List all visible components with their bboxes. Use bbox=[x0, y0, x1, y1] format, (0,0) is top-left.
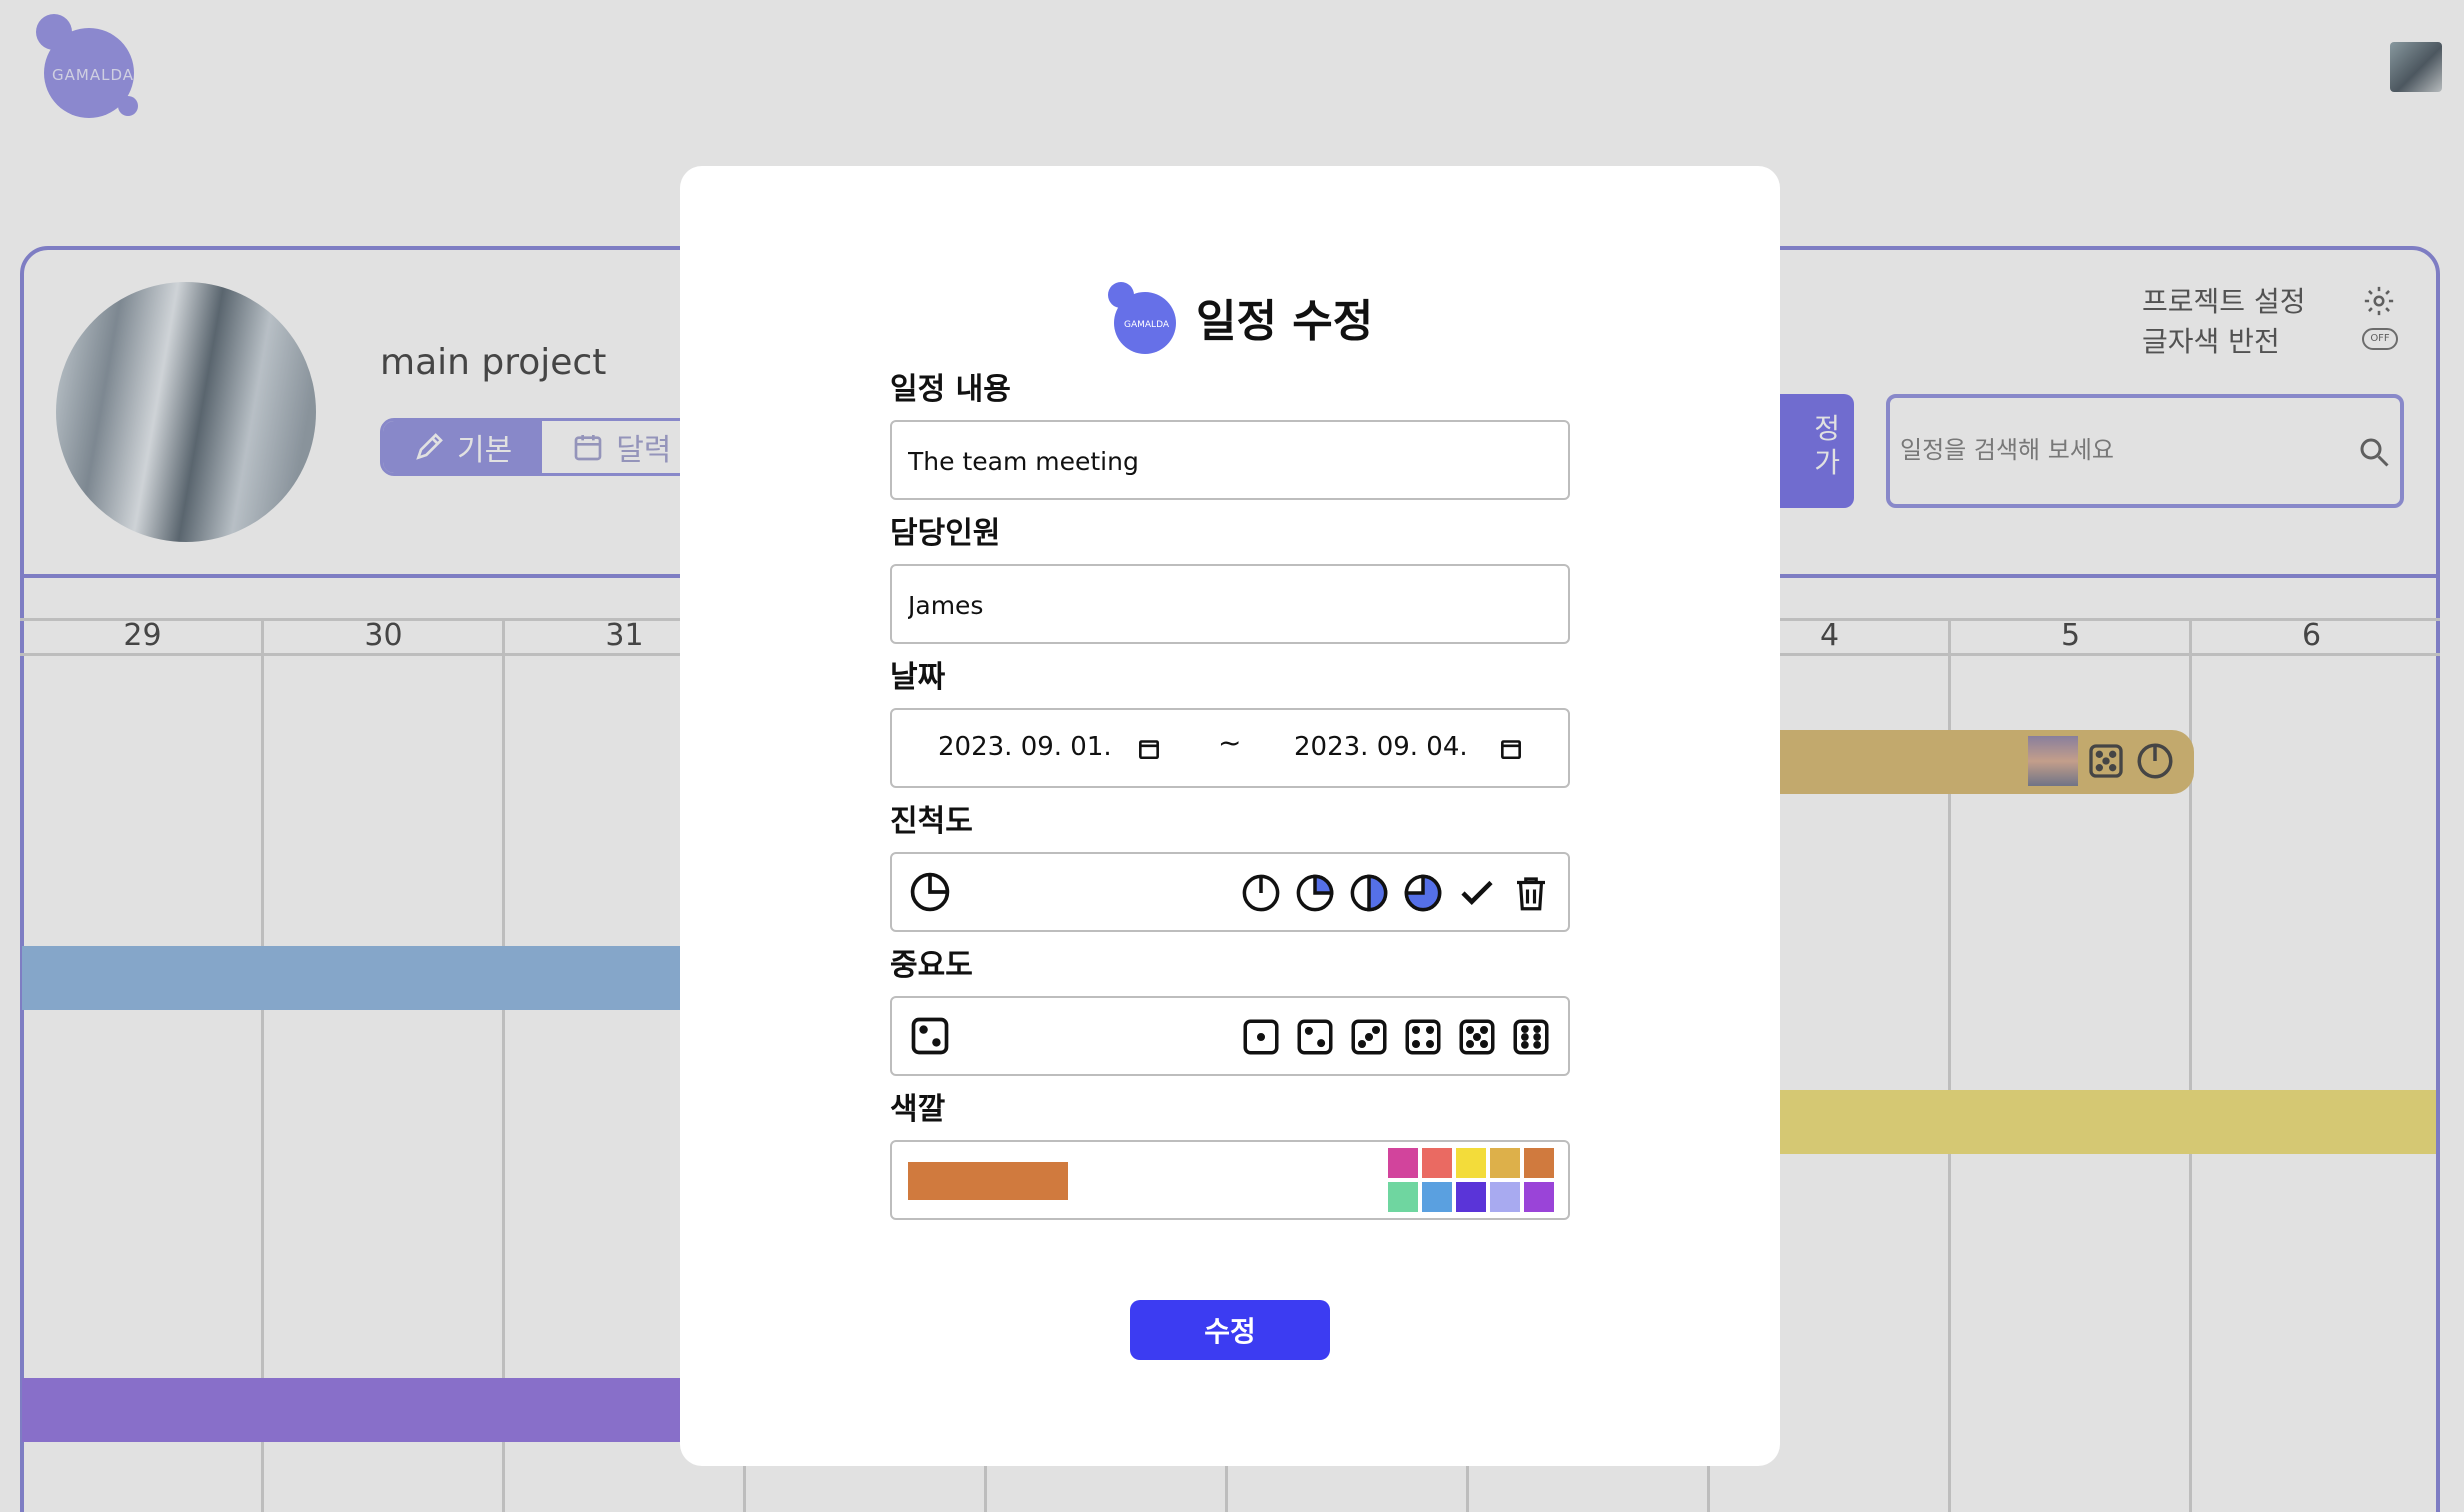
progress-field bbox=[890, 852, 1570, 932]
delete-trash-icon[interactable] bbox=[1510, 872, 1552, 914]
end-date-input[interactable]: 2023. 09. 04. bbox=[1294, 732, 1468, 762]
color-swatch-option[interactable] bbox=[1524, 1182, 1554, 1212]
importance-3-icon[interactable] bbox=[1348, 1016, 1390, 1058]
edit-schedule-modal: GAMALDA 일정 수정 일정 내용 담당인원 날짜 2023. 09. 01… bbox=[680, 166, 1780, 1466]
modal-logo: GAMALDA bbox=[1108, 282, 1178, 354]
importance-2-icon[interactable] bbox=[1294, 1016, 1336, 1058]
color-palette bbox=[1388, 1148, 1554, 1212]
assignee-field bbox=[890, 564, 1570, 644]
assignee-input[interactable] bbox=[908, 584, 1548, 626]
date-label: 날짜 bbox=[890, 660, 946, 695]
modal-logo-text: GAMALDA bbox=[1124, 320, 1169, 330]
complete-check-icon[interactable] bbox=[1456, 872, 1498, 914]
importance-6-icon[interactable] bbox=[1510, 1016, 1552, 1058]
start-date-input[interactable]: 2023. 09. 01. bbox=[938, 732, 1112, 762]
date-separator: ~ bbox=[1218, 726, 1242, 759]
progress-25-icon[interactable] bbox=[1294, 872, 1336, 914]
color-label: 색깔 bbox=[890, 1092, 946, 1127]
color-swatch-option[interactable] bbox=[1490, 1182, 1520, 1212]
modal-title: 일정 수정 bbox=[1196, 296, 1374, 347]
importance-label: 중요도 bbox=[890, 948, 973, 983]
content-label: 일정 내용 bbox=[890, 372, 1011, 407]
current-color-swatch bbox=[908, 1162, 1068, 1200]
importance-4-icon[interactable] bbox=[1402, 1016, 1444, 1058]
color-swatch-option[interactable] bbox=[1524, 1148, 1554, 1178]
date-field: 2023. 09. 01. ~ 2023. 09. 04. bbox=[890, 708, 1570, 788]
submit-edit-button[interactable]: 수정 bbox=[1130, 1300, 1330, 1360]
color-swatch-option[interactable] bbox=[1422, 1182, 1452, 1212]
current-importance-2-icon bbox=[911, 1017, 949, 1055]
importance-5-icon[interactable] bbox=[1456, 1016, 1498, 1058]
importance-options bbox=[1240, 1016, 1552, 1058]
color-swatch-option[interactable] bbox=[1490, 1148, 1520, 1178]
progress-50-icon[interactable] bbox=[1348, 872, 1390, 914]
progress-options bbox=[1240, 872, 1552, 914]
progress-75-icon[interactable] bbox=[1402, 872, 1444, 914]
importance-1-icon[interactable] bbox=[1240, 1016, 1282, 1058]
start-calendar-icon[interactable] bbox=[1136, 734, 1162, 762]
modal-header: GAMALDA 일정 수정 bbox=[1108, 282, 1374, 354]
progress-0-icon[interactable] bbox=[1240, 872, 1282, 914]
color-swatch-option[interactable] bbox=[1388, 1182, 1418, 1212]
color-field bbox=[890, 1140, 1570, 1220]
assignee-label: 담당인원 bbox=[890, 516, 1001, 551]
color-swatch-option[interactable] bbox=[1422, 1148, 1452, 1178]
end-calendar-icon[interactable] bbox=[1498, 734, 1524, 762]
color-swatch-option[interactable] bbox=[1388, 1148, 1418, 1178]
content-field bbox=[890, 420, 1570, 500]
content-input[interactable] bbox=[908, 440, 1548, 482]
importance-field bbox=[890, 996, 1570, 1076]
current-progress-25-icon bbox=[910, 872, 950, 912]
progress-label: 진척도 bbox=[890, 804, 973, 839]
color-swatch-option[interactable] bbox=[1456, 1182, 1486, 1212]
color-swatch-option[interactable] bbox=[1456, 1148, 1486, 1178]
